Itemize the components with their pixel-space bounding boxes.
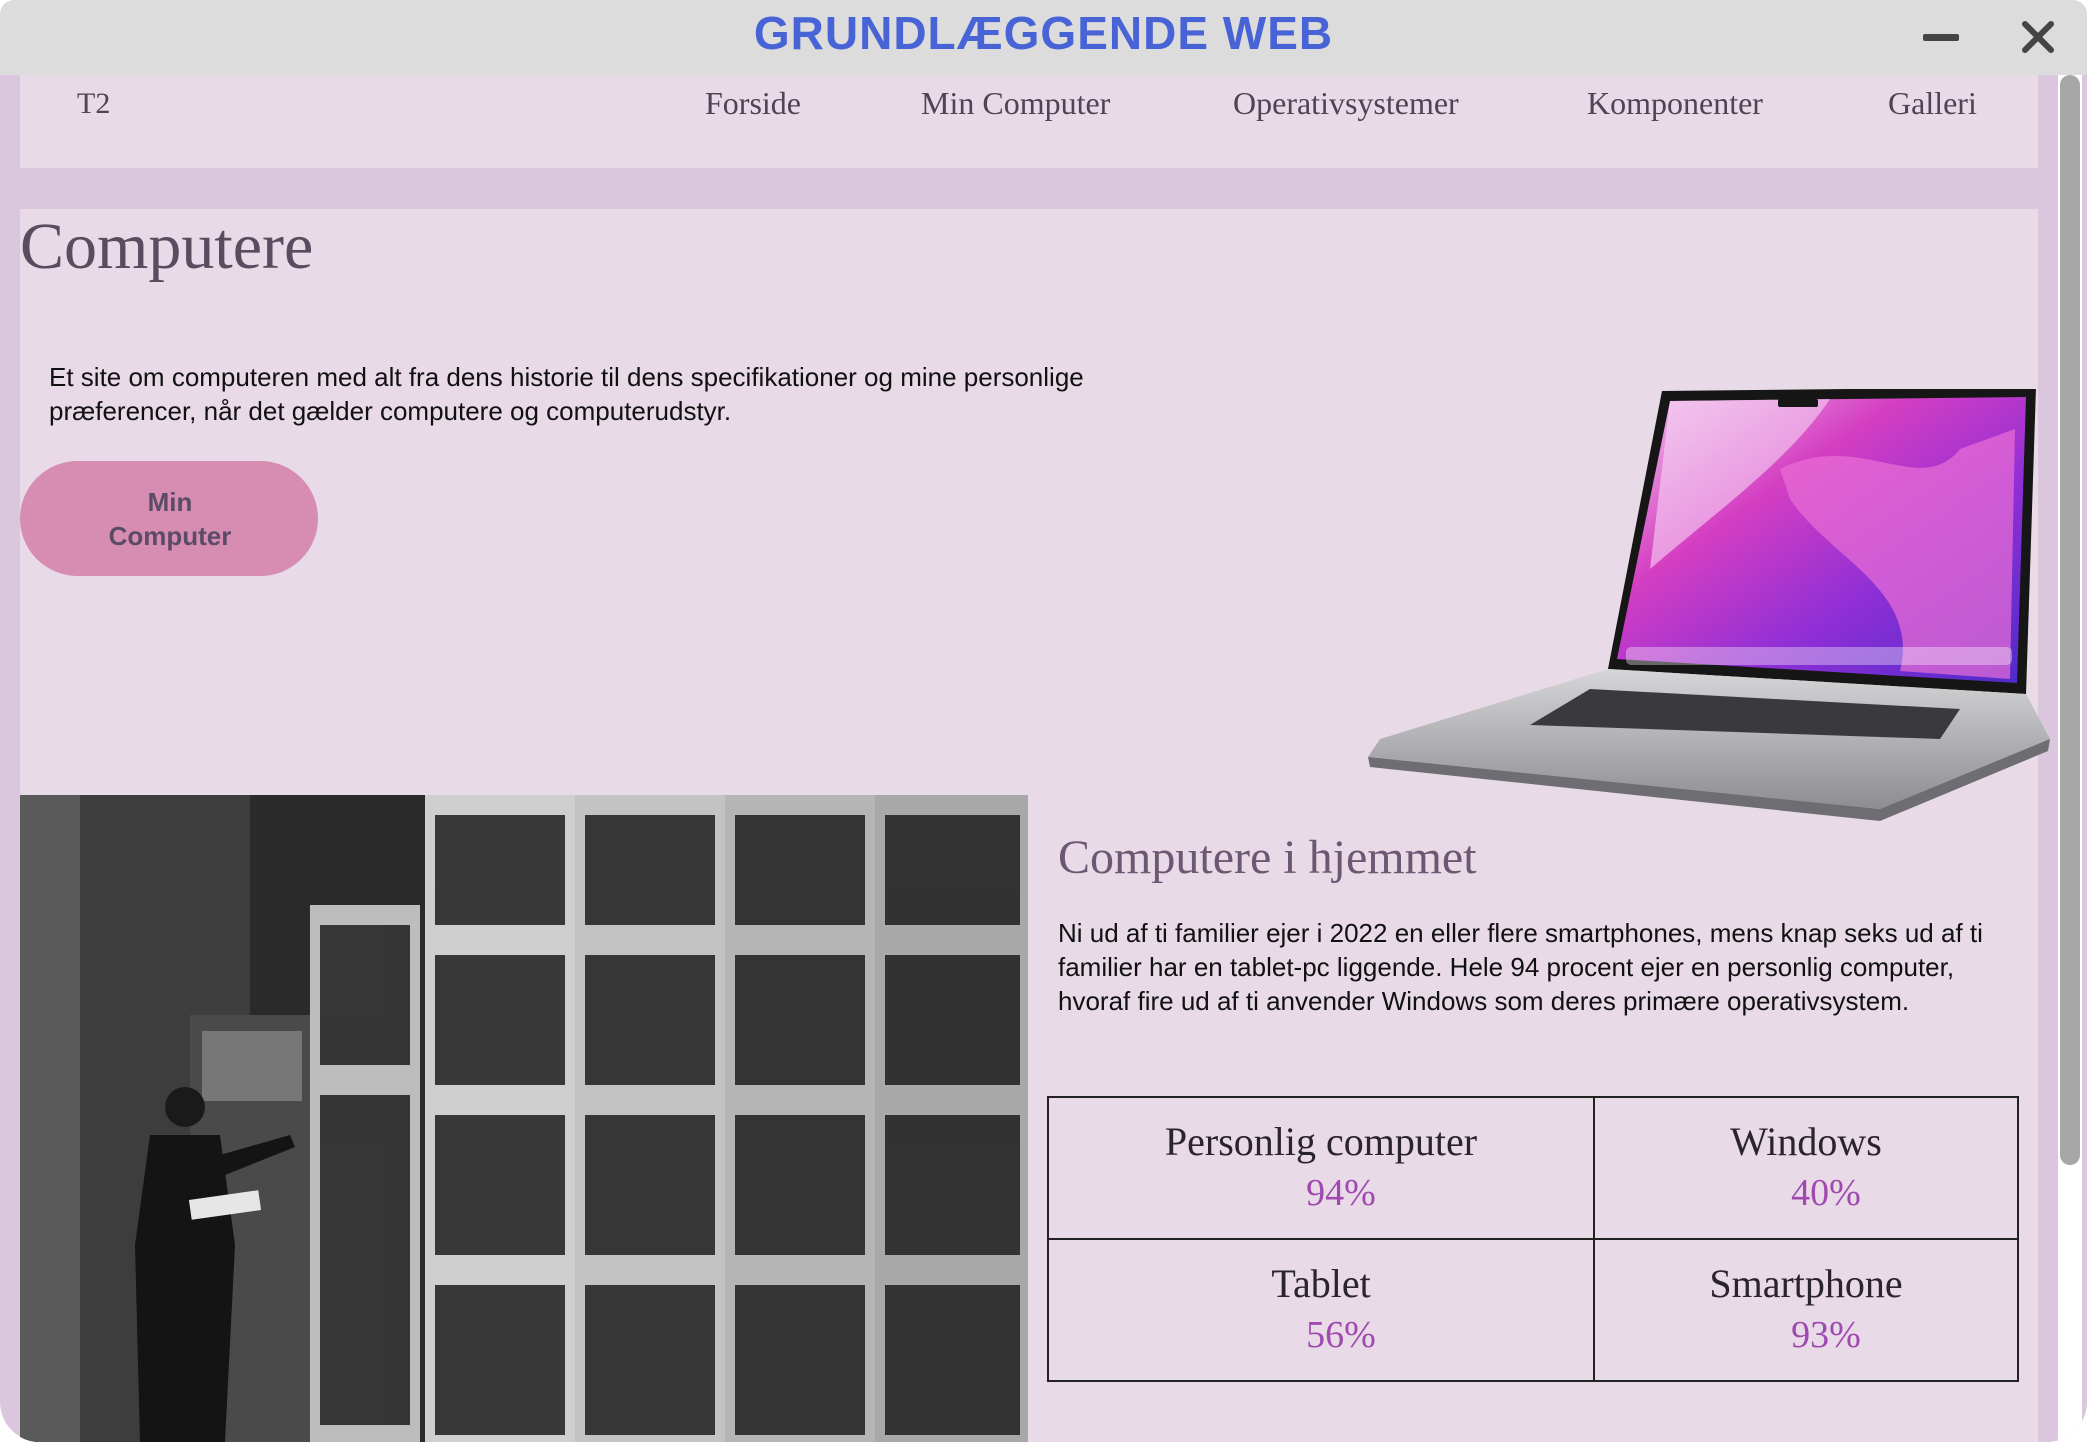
stat-value: 93% [1791,1314,1861,1356]
stat-value: 94% [1306,1172,1376,1214]
navbar: T2 Forside Min Computer Operativsystemer… [20,75,2038,168]
stat-value: 40% [1791,1172,1861,1214]
site-brand[interactable]: T2 [77,87,110,121]
stat-cell: Personlig computer 94% [1047,1096,1595,1240]
section-title: Computere i hjemmet [1058,831,1477,884]
close-icon [2022,21,2054,53]
laptop-image [1368,389,2050,821]
nav-item-galleri[interactable]: Galleri [1888,85,1977,122]
stats-table: Personlig computer 94% Windows 40% Table… [1047,1096,2019,1382]
stat-cell: Smartphone 93% [1593,1238,2019,1382]
nav-item-komponenter[interactable]: Komponenter [1587,85,1763,122]
close-button[interactable] [2013,12,2063,62]
nav-item-min-computer[interactable]: Min Computer [921,85,1110,122]
nav-item-operativsystemer[interactable]: Operativsystemer [1233,85,1459,122]
min-computer-button[interactable]: Min Computer [20,461,318,576]
stat-label: Tablet [1271,1261,1371,1306]
stat-label: Windows [1730,1119,1882,1164]
minimize-button[interactable] [1916,12,1966,62]
intro-text: Et site om computeren med alt fra dens h… [49,362,1084,426]
table-row: Personlig computer 94% Windows 40% [1047,1096,2019,1240]
stat-cell: Tablet 56% [1047,1238,1595,1382]
page-title: Computere [20,210,314,283]
stat-value: 56% [1306,1314,1376,1356]
section-text: Ni ud af ti familier ejer i 2022 en elle… [1058,918,1983,1016]
main-content: Computere Et site om computeren med alt … [20,209,2050,1442]
scrollbar-thumb[interactable] [2060,75,2080,1165]
stat-cell: Windows 40% [1593,1096,2019,1240]
window-title: GRUNDLÆGGENDE WEB [753,7,1334,59]
window-titlebar: GRUNDLÆGGENDE WEB [0,0,2087,75]
page-viewport: T2 Forside Min Computer Operativsystemer… [0,75,2087,1442]
stat-label: Smartphone [1709,1261,1903,1306]
minimize-icon [1923,33,1959,41]
nav-item-forside[interactable]: Forside [705,85,801,122]
button-label-line1: Min [147,486,193,517]
vintage-computer-photo [20,795,1028,1442]
button-label-line2: Computer [108,520,232,551]
stat-label: Personlig computer [1164,1119,1478,1164]
table-row: Tablet 56% Smartphone 93% [1047,1238,2019,1382]
